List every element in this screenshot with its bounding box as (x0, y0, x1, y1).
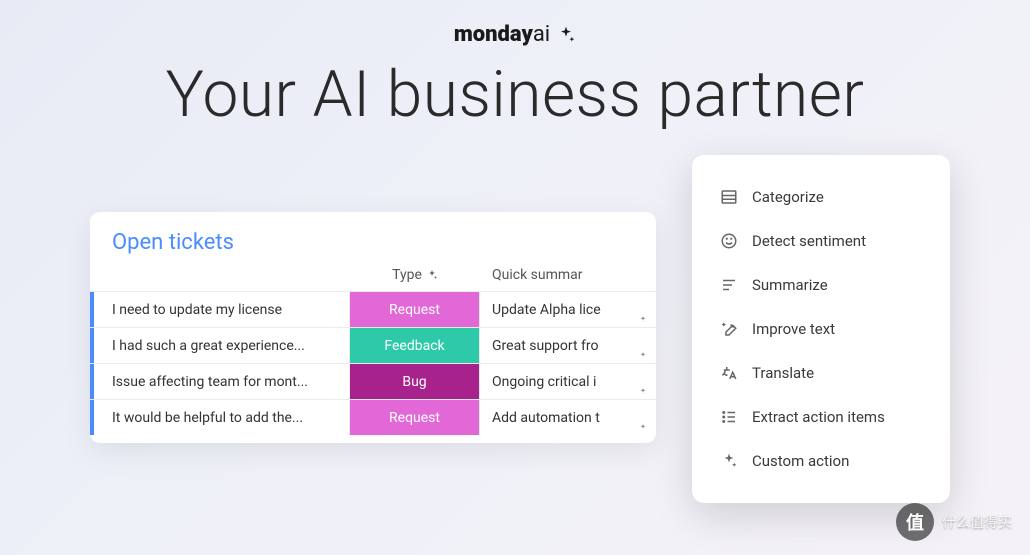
watermark: 值 什么值得买 (896, 503, 1012, 541)
tickets-title: Open tickets (90, 230, 656, 267)
actions-menu: Categorize Detect sentiment Summarize Im… (692, 155, 950, 503)
action-sentiment[interactable]: Detect sentiment (702, 219, 940, 263)
sparkle-icon (720, 452, 738, 470)
header: mondayai (0, 0, 1030, 47)
ticket-subject: Issue affecting team for mont... (90, 364, 350, 399)
sparkle-icon (426, 269, 438, 281)
sparkle-icon (638, 385, 648, 399)
action-extract[interactable]: Extract action items (702, 395, 940, 439)
tickets-card: Open tickets Type Quick summar I need to… (90, 212, 656, 443)
translate-icon (720, 364, 738, 382)
table-row[interactable]: It would be helpful to add the... Reques… (90, 399, 656, 435)
ticket-subject: I had such a great experience... (90, 328, 350, 363)
action-summarize[interactable]: Summarize (702, 263, 940, 307)
brand-name: monday (454, 22, 533, 47)
ticket-type-badge: Bug (350, 364, 480, 399)
brand-logo: mondayai (454, 22, 576, 47)
header-type-label: Type (392, 267, 422, 283)
ticket-type-badge: Request (350, 292, 480, 327)
sparkle-icon (638, 349, 648, 363)
action-translate[interactable]: Translate (702, 351, 940, 395)
header-summary: Quick summar (480, 267, 656, 283)
action-label: Translate (752, 364, 814, 382)
action-sparkle[interactable]: Custom action (702, 439, 940, 483)
header-type: Type (350, 267, 480, 283)
categorize-icon (720, 188, 738, 206)
summarize-icon (720, 276, 738, 294)
action-categorize[interactable]: Categorize (702, 175, 940, 219)
action-label: Categorize (752, 188, 824, 206)
ticket-subject: It would be helpful to add the... (90, 400, 350, 435)
action-label: Summarize (752, 276, 828, 294)
header-subject (90, 267, 350, 283)
ticket-type-badge: Request (350, 400, 480, 435)
ticket-summary: Ongoing critical i (480, 364, 656, 399)
action-label: Detect sentiment (752, 232, 866, 250)
tickets-headers: Type Quick summar (90, 267, 656, 291)
hero-title: Your AI business partner (0, 57, 1030, 132)
brand-suffix: ai (533, 22, 550, 47)
table-row[interactable]: I need to update my license Request Upda… (90, 291, 656, 327)
table-row[interactable]: I had such a great experience... Feedbac… (90, 327, 656, 363)
ticket-summary: Add automation t (480, 400, 656, 435)
sentiment-icon (720, 232, 738, 250)
ticket-subject: I need to update my license (90, 292, 350, 327)
ticket-summary: Great support fro (480, 328, 656, 363)
sparkle-icon (638, 313, 648, 327)
sparkle-icon (638, 421, 648, 435)
improve-icon (720, 320, 738, 338)
action-label: Custom action (752, 452, 849, 470)
table-row[interactable]: Issue affecting team for mont... Bug Ong… (90, 363, 656, 399)
watermark-text: 什么值得买 (942, 512, 1012, 532)
sparkle-icon (556, 25, 576, 45)
watermark-badge: 值 (896, 503, 934, 541)
ticket-type-badge: Feedback (350, 328, 480, 363)
action-label: Extract action items (752, 408, 885, 426)
ticket-summary: Update Alpha lice (480, 292, 656, 327)
extract-icon (720, 408, 738, 426)
action-improve[interactable]: Improve text (702, 307, 940, 351)
action-label: Improve text (752, 320, 835, 338)
